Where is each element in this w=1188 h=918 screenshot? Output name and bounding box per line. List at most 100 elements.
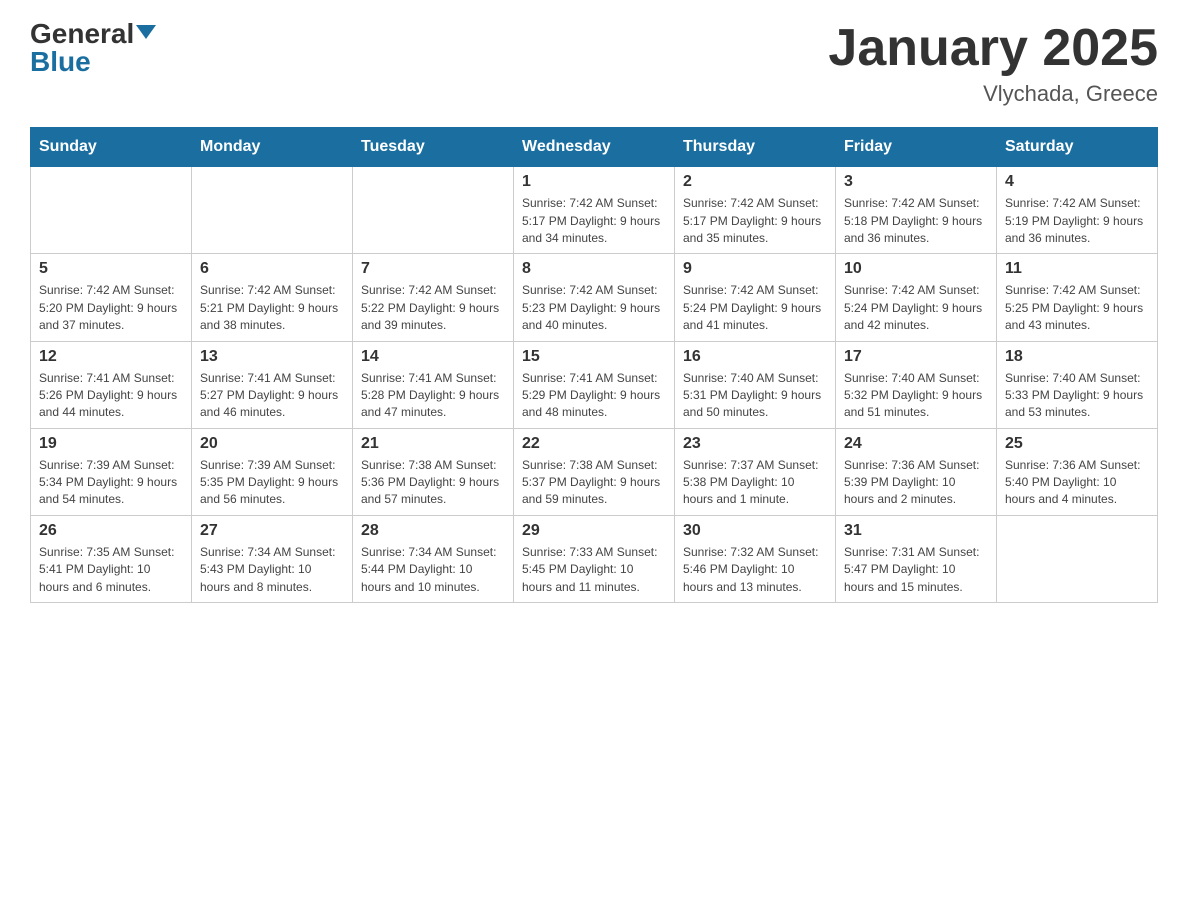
day-number: 7 (361, 260, 505, 278)
day-number: 18 (1005, 348, 1149, 366)
calendar-cell: 26 Sunrise: 7:35 AM Sunset: 5:41 PM Dayli… (31, 515, 192, 602)
day-number: 11 (1005, 260, 1149, 278)
logo-blue-text: Blue (30, 48, 91, 76)
calendar-cell: 1Sunrise: 7:42 AM Sunset: 5:17 PM Daylig… (514, 167, 675, 254)
calendar-cell: 14 Sunrise: 7:41 AM Sunset: 5:28 PM Dayli… (353, 341, 514, 428)
calendar-cell: 13Sunrise: 7:41 AM Sunset: 5:27 PM Dayli… (192, 341, 353, 428)
calendar-cell: 29Sunrise: 7:33 AM Sunset: 5:45 PM Dayli… (514, 515, 675, 602)
calendar-week-row: 26 Sunrise: 7:35 AM Sunset: 5:41 PM Dayli… (31, 515, 1158, 602)
column-header-friday: Friday (836, 128, 997, 167)
day-info: Sunrise: 7:42 AM Sunset: 5:17 PM Dayligh… (683, 195, 827, 247)
day-number: 22 (522, 435, 666, 453)
day-number: 3 (844, 173, 988, 191)
day-info: Sunrise: 7:37 AM Sunset: 5:38 PM Dayligh… (683, 457, 827, 509)
day-info: Sunrise: 7:42 AM Sunset: 5:18 PM Dayligh… (844, 195, 988, 247)
day-number: 25 (1005, 435, 1149, 453)
calendar-cell: 6 Sunrise: 7:42 AM Sunset: 5:21 PM Daylig… (192, 254, 353, 341)
day-number: 28 (361, 522, 505, 540)
day-info: Sunrise: 7:42 AM Sunset: 5:17 PM Dayligh… (522, 195, 666, 247)
day-info: Sunrise: 7:42 AM Sunset: 5:20 PM Dayligh… (39, 282, 183, 334)
day-info: Sunrise: 7:31 AM Sunset: 5:47 PM Dayligh… (844, 544, 988, 596)
day-number: 12 (39, 348, 183, 366)
day-info: Sunrise: 7:35 AM Sunset: 5:41 PM Dayligh… (39, 544, 183, 596)
calendar-cell: 10 Sunrise: 7:42 AM Sunset: 5:24 PM Dayli… (836, 254, 997, 341)
day-info: Sunrise: 7:41 AM Sunset: 5:26 PM Dayligh… (39, 370, 183, 422)
day-info: Sunrise: 7:41 AM Sunset: 5:27 PM Dayligh… (200, 370, 344, 422)
location-title: Vlychada, Greece (828, 81, 1158, 107)
day-info: Sunrise: 7:41 AM Sunset: 5:29 PM Dayligh… (522, 370, 666, 422)
calendar-cell: 24Sunrise: 7:36 AM Sunset: 5:39 PM Dayli… (836, 428, 997, 515)
day-number: 21 (361, 435, 505, 453)
day-number: 5 (39, 260, 183, 278)
calendar-cell: 30 Sunrise: 7:32 AM Sunset: 5:46 PM Dayli… (675, 515, 836, 602)
logo-triangle-icon (136, 25, 156, 39)
calendar-cell: 27Sunrise: 7:34 AM Sunset: 5:43 PM Dayli… (192, 515, 353, 602)
header: General Blue January 2025 Vlychada, Gree… (30, 20, 1158, 107)
day-number: 9 (683, 260, 827, 278)
calendar-cell: 11 Sunrise: 7:42 AM Sunset: 5:25 PM Dayli… (997, 254, 1158, 341)
calendar-cell: 19 Sunrise: 7:39 AM Sunset: 5:34 PM Dayli… (31, 428, 192, 515)
calendar-cell: 3 Sunrise: 7:42 AM Sunset: 5:18 PM Daylig… (836, 167, 997, 254)
calendar-cell: 31 Sunrise: 7:31 AM Sunset: 5:47 PM Dayli… (836, 515, 997, 602)
month-title: January 2025 (828, 20, 1158, 77)
day-number: 2 (683, 173, 827, 191)
day-number: 4 (1005, 173, 1149, 191)
day-info: Sunrise: 7:42 AM Sunset: 5:25 PM Dayligh… (1005, 282, 1149, 334)
calendar-cell: 12 Sunrise: 7:41 AM Sunset: 5:26 PM Dayli… (31, 341, 192, 428)
column-header-sunday: Sunday (31, 128, 192, 167)
day-number: 29 (522, 522, 666, 540)
day-number: 8 (522, 260, 666, 278)
day-info: Sunrise: 7:42 AM Sunset: 5:19 PM Dayligh… (1005, 195, 1149, 247)
day-number: 14 (361, 348, 505, 366)
day-info: Sunrise: 7:42 AM Sunset: 5:21 PM Dayligh… (200, 282, 344, 334)
day-info: Sunrise: 7:36 AM Sunset: 5:40 PM Dayligh… (1005, 457, 1149, 509)
calendar-cell (353, 167, 514, 254)
day-info: Sunrise: 7:40 AM Sunset: 5:31 PM Dayligh… (683, 370, 827, 422)
day-info: Sunrise: 7:40 AM Sunset: 5:32 PM Dayligh… (844, 370, 988, 422)
day-number: 16 (683, 348, 827, 366)
day-number: 6 (200, 260, 344, 278)
day-number: 20 (200, 435, 344, 453)
column-header-wednesday: Wednesday (514, 128, 675, 167)
calendar-cell: 8Sunrise: 7:42 AM Sunset: 5:23 PM Daylig… (514, 254, 675, 341)
calendar-cell: 2 Sunrise: 7:42 AM Sunset: 5:17 PM Daylig… (675, 167, 836, 254)
calendar-cell: 22 Sunrise: 7:38 AM Sunset: 5:37 PM Dayli… (514, 428, 675, 515)
calendar-cell (997, 515, 1158, 602)
title-area: January 2025 Vlychada, Greece (828, 20, 1158, 107)
calendar-cell: 23Sunrise: 7:37 AM Sunset: 5:38 PM Dayli… (675, 428, 836, 515)
day-info: Sunrise: 7:38 AM Sunset: 5:36 PM Dayligh… (361, 457, 505, 509)
day-info: Sunrise: 7:40 AM Sunset: 5:33 PM Dayligh… (1005, 370, 1149, 422)
day-number: 15 (522, 348, 666, 366)
calendar-week-row: 1Sunrise: 7:42 AM Sunset: 5:17 PM Daylig… (31, 167, 1158, 254)
calendar-cell (192, 167, 353, 254)
logo-general-text: General (30, 20, 134, 48)
calendar-cell: 7 Sunrise: 7:42 AM Sunset: 5:22 PM Daylig… (353, 254, 514, 341)
column-header-monday: Monday (192, 128, 353, 167)
calendar-week-row: 19 Sunrise: 7:39 AM Sunset: 5:34 PM Dayli… (31, 428, 1158, 515)
day-number: 30 (683, 522, 827, 540)
calendar-cell: 21 Sunrise: 7:38 AM Sunset: 5:36 PM Dayli… (353, 428, 514, 515)
day-number: 17 (844, 348, 988, 366)
day-number: 31 (844, 522, 988, 540)
day-info: Sunrise: 7:39 AM Sunset: 5:35 PM Dayligh… (200, 457, 344, 509)
day-info: Sunrise: 7:36 AM Sunset: 5:39 PM Dayligh… (844, 457, 988, 509)
day-info: Sunrise: 7:42 AM Sunset: 5:24 PM Dayligh… (683, 282, 827, 334)
column-header-thursday: Thursday (675, 128, 836, 167)
calendar-cell: 4 Sunrise: 7:42 AM Sunset: 5:19 PM Daylig… (997, 167, 1158, 254)
day-info: Sunrise: 7:41 AM Sunset: 5:28 PM Dayligh… (361, 370, 505, 422)
calendar-header-row: SundayMondayTuesdayWednesdayThursdayFrid… (31, 128, 1158, 167)
day-info: Sunrise: 7:39 AM Sunset: 5:34 PM Dayligh… (39, 457, 183, 509)
calendar-cell (31, 167, 192, 254)
calendar-cell: 28Sunrise: 7:34 AM Sunset: 5:44 PM Dayli… (353, 515, 514, 602)
day-info: Sunrise: 7:38 AM Sunset: 5:37 PM Dayligh… (522, 457, 666, 509)
day-number: 26 (39, 522, 183, 540)
day-info: Sunrise: 7:32 AM Sunset: 5:46 PM Dayligh… (683, 544, 827, 596)
calendar-cell: 5 Sunrise: 7:42 AM Sunset: 5:20 PM Daylig… (31, 254, 192, 341)
calendar-cell: 25 Sunrise: 7:36 AM Sunset: 5:40 PM Dayli… (997, 428, 1158, 515)
day-info: Sunrise: 7:42 AM Sunset: 5:22 PM Dayligh… (361, 282, 505, 334)
day-number: 19 (39, 435, 183, 453)
day-number: 10 (844, 260, 988, 278)
column-header-saturday: Saturday (997, 128, 1158, 167)
calendar-week-row: 5 Sunrise: 7:42 AM Sunset: 5:20 PM Daylig… (31, 254, 1158, 341)
day-info: Sunrise: 7:42 AM Sunset: 5:24 PM Dayligh… (844, 282, 988, 334)
